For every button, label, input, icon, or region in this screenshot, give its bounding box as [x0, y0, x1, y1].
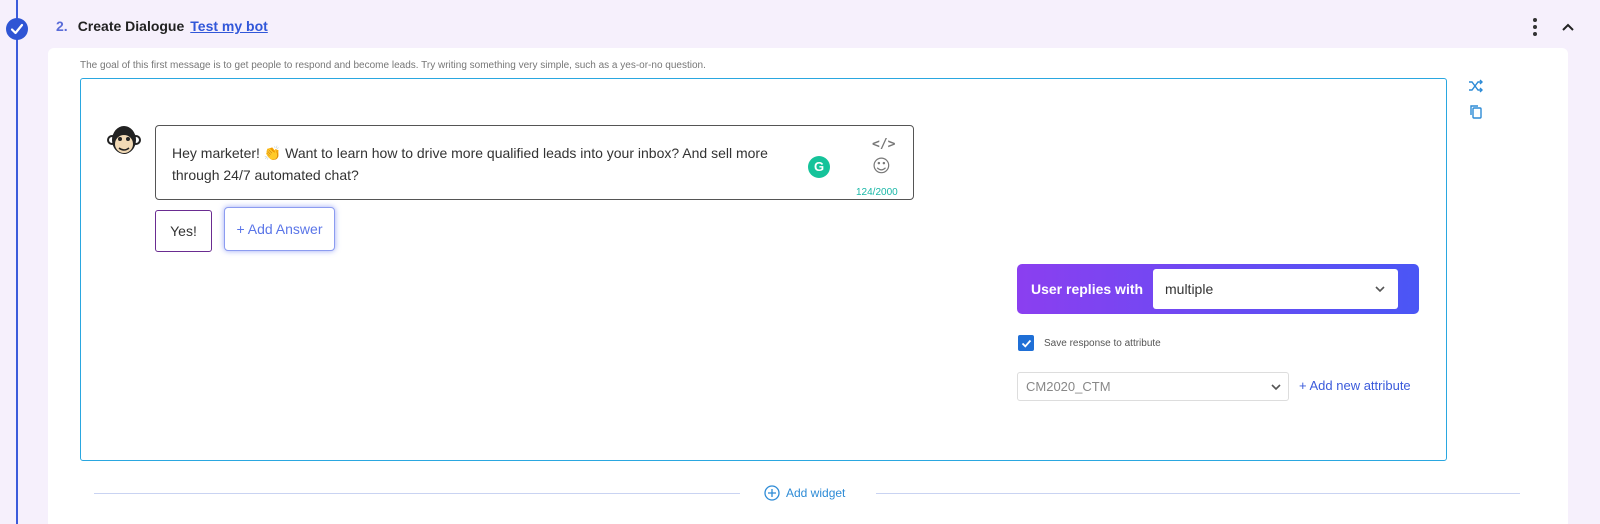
grammarly-icon[interactable]: G	[808, 156, 830, 178]
save-response-checkbox[interactable]	[1018, 335, 1034, 351]
divider	[94, 493, 740, 494]
answer-button[interactable]: Yes!	[155, 210, 212, 252]
copy-icon[interactable]	[1468, 104, 1484, 120]
step-header: 2. Create Dialogue Test my bot	[56, 18, 268, 34]
collapse-chevron-up-icon[interactable]	[1560, 19, 1576, 35]
code-icon[interactable]: </>	[872, 134, 895, 156]
emoji-icon[interactable]: ☺	[872, 156, 891, 178]
side-tools	[1468, 78, 1484, 120]
timeline-line	[16, 0, 18, 524]
message-widget[interactable]: Hey marketer! 👏 Want to learn how to dri…	[80, 78, 1447, 461]
chevron-down-icon	[1375, 286, 1385, 293]
header-actions	[1528, 16, 1576, 38]
bot-avatar-monkey-icon	[107, 126, 141, 154]
test-bot-link[interactable]: Test my bot	[190, 18, 268, 34]
user-replies-label: User replies with	[1031, 281, 1144, 297]
add-widget-row: Add widget	[94, 484, 1520, 504]
step-card: The goal of this first message is to get…	[48, 48, 1568, 524]
message-text[interactable]: Hey marketer! 👏 Want to learn how to dri…	[172, 142, 812, 186]
character-counter: 124/2000	[856, 187, 898, 198]
reply-type-value: multiple	[1165, 281, 1214, 297]
add-answer-button[interactable]: + Add Answer	[224, 207, 335, 251]
shuffle-icon[interactable]	[1468, 78, 1484, 94]
step-number: 2.	[56, 18, 68, 34]
divider	[876, 493, 1520, 494]
chevron-down-icon	[1271, 383, 1281, 390]
save-response-row: Save response to attribute	[1018, 335, 1161, 351]
message-editor[interactable]: Hey marketer! 👏 Want to learn how to dri…	[155, 125, 914, 200]
plus-circle-icon	[764, 485, 780, 501]
add-widget-button[interactable]: Add widget	[764, 485, 845, 501]
add-new-attribute-link[interactable]: + Add new attribute	[1299, 378, 1411, 393]
attribute-select[interactable]: CM2020_CTM	[1017, 372, 1289, 401]
step-title: Create Dialogue	[77, 18, 185, 34]
attribute-value: CM2020_CTM	[1026, 379, 1111, 394]
add-widget-label: Add widget	[786, 486, 846, 500]
reply-type-select[interactable]: multiple	[1153, 269, 1398, 309]
more-options-icon[interactable]	[1528, 16, 1542, 38]
hint-text: The goal of this first message is to get…	[80, 60, 706, 71]
step-complete-icon	[6, 18, 28, 40]
save-response-label: Save response to attribute	[1044, 337, 1161, 349]
user-replies-panel: User replies with multiple	[1017, 264, 1419, 314]
